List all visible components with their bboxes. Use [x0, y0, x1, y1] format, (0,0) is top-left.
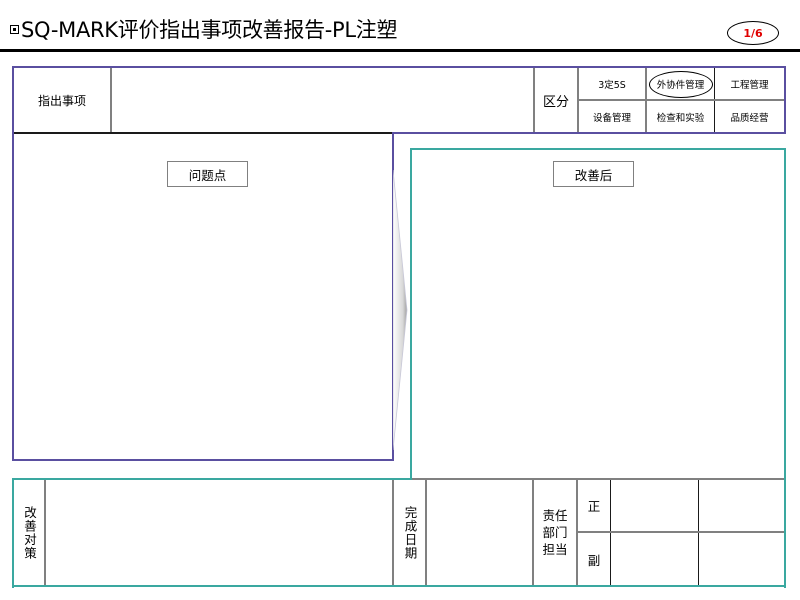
- category-option-outsourced-parts[interactable]: 外协件管理: [647, 68, 714, 99]
- countermeasure-label: 改善对策: [14, 480, 44, 585]
- category-option-3s5s[interactable]: 3定5S: [579, 68, 645, 99]
- secondary-dept-field[interactable]: [611, 533, 698, 585]
- countermeasure-label-text: 改善对策: [22, 505, 37, 560]
- item-label: 指出事项: [14, 68, 110, 132]
- page-title-text: SQ-MARK评价指出事项改善报告-PL注塑: [21, 18, 398, 42]
- responsible-label-line: 责任: [542, 508, 568, 523]
- page-indicator-text: 1/6: [743, 26, 763, 40]
- problem-panel-border-bottom: [12, 459, 394, 461]
- item-value-field[interactable]: [112, 68, 533, 132]
- category-option-text: 外协件管理: [656, 79, 705, 91]
- responsible-label: 责任 部门 担当: [534, 480, 576, 585]
- improvement-label: 改善后: [553, 161, 634, 187]
- category-option-process[interactable]: 工程管理: [715, 68, 784, 99]
- top-table: 指出事项 区分 3定5S 外协件管理 工程管理 设备管理 检查和实验 品质经营: [12, 66, 786, 134]
- completion-date-field[interactable]: [427, 480, 532, 585]
- category-option-inspection[interactable]: 检查和实验: [647, 101, 714, 132]
- category-option-text: 品质经营: [730, 112, 769, 124]
- square-bullet-icon: [10, 25, 19, 34]
- category-option-text: 检查和实验: [656, 112, 705, 124]
- responsible-label-line: 担当: [542, 542, 568, 557]
- responsible-label-line: 部门: [542, 525, 568, 540]
- category-option-text: 3定5S: [598, 79, 626, 91]
- category-option-text: 设备管理: [592, 112, 631, 124]
- top-table-border-bottom-right: [392, 132, 786, 134]
- problem-panel-border-left: [12, 132, 14, 461]
- problem-label: 问题点: [167, 161, 248, 187]
- category-option-text: 工程管理: [730, 79, 769, 91]
- problem-label-text: 问题点: [188, 167, 227, 183]
- secondary-label-text: 副: [587, 552, 601, 568]
- improvement-panel: 改善后: [410, 148, 786, 480]
- primary-label: 正: [578, 480, 610, 531]
- secondary-label: 副: [578, 533, 610, 585]
- improvement-panel-border-right: [784, 148, 786, 480]
- right-arrow-icon: [393, 170, 408, 450]
- primary-person-field[interactable]: [699, 480, 784, 531]
- secondary-person-field[interactable]: [699, 533, 784, 585]
- primary-dept-field[interactable]: [611, 480, 698, 531]
- category-label-text: 区分: [542, 94, 569, 110]
- completion-date-label: 完成日期: [394, 480, 425, 585]
- primary-label-text: 正: [587, 499, 601, 514]
- category-option-equipment[interactable]: 设备管理: [579, 101, 645, 132]
- arrow-shape: [393, 170, 408, 450]
- category-option-quality[interactable]: 品质经营: [715, 101, 784, 132]
- page-indicator: 1/6: [727, 21, 779, 45]
- title-rule: [0, 49, 800, 52]
- improvement-label-text: 改善后: [574, 167, 613, 183]
- completion-date-label-text: 完成日期: [402, 505, 418, 560]
- improvement-panel-border-top: [410, 148, 786, 150]
- item-label-text: 指出事项: [37, 93, 86, 108]
- bottom-table-border-right: [784, 478, 786, 588]
- page-title: SQ-MARK评价指出事项改善报告-PL注塑: [10, 16, 398, 44]
- problem-panel: 问题点: [12, 132, 394, 461]
- improvement-panel-border-left: [410, 148, 412, 480]
- category-label: 区分: [535, 68, 577, 132]
- top-table-border-right: [784, 66, 786, 134]
- bottom-table-border-bottom: [12, 585, 786, 587]
- bottom-table: 改善对策 完成日期 责任 部门 担当 正 副: [12, 478, 786, 588]
- countermeasure-field[interactable]: [46, 480, 392, 585]
